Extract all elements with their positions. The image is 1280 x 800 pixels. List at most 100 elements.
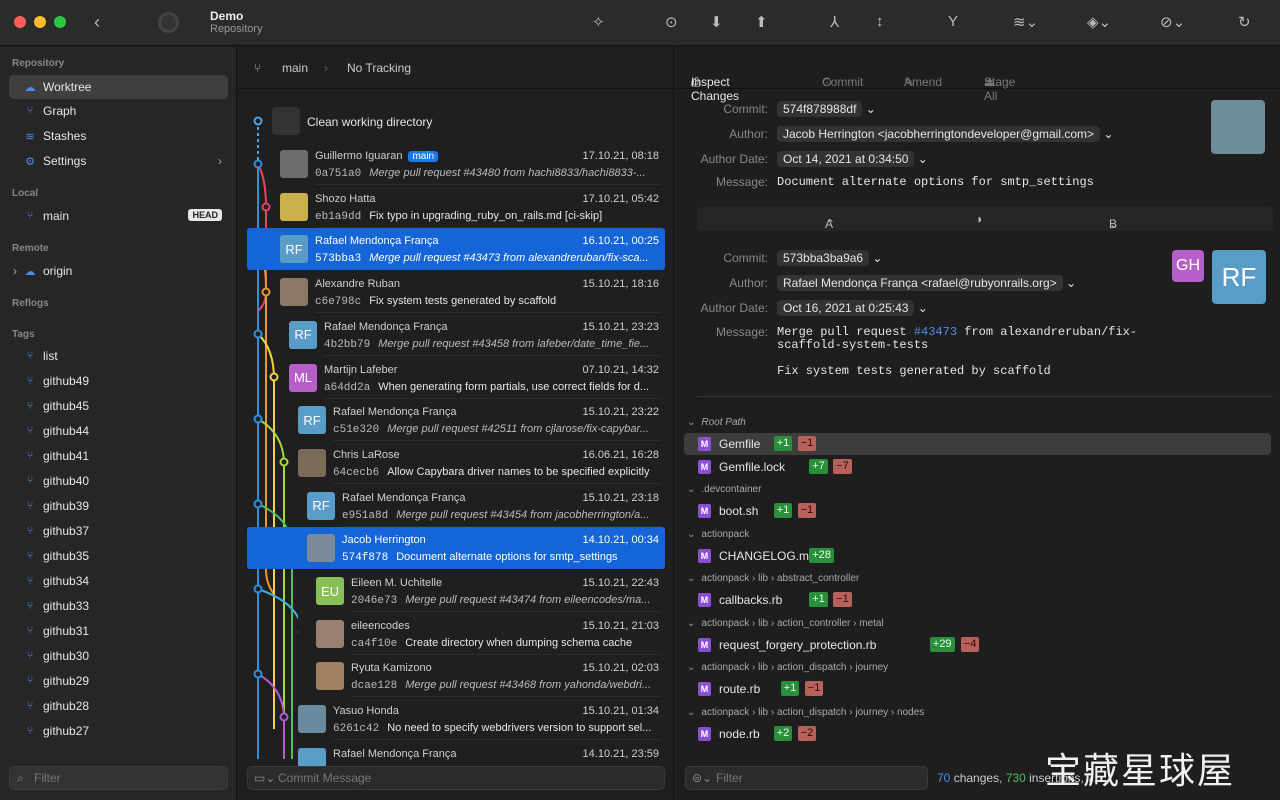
chevron-down-icon: ⌄ bbox=[687, 484, 696, 495]
tag-icon: ⑂ bbox=[26, 600, 34, 612]
sidebar-item-tag[interactable]: ⑂ github49 bbox=[9, 369, 228, 393]
commit-row[interactable]: Guillermo Iguaran main 17.10.21, 08:18 0a75… bbox=[247, 143, 665, 185]
sidebar-item-tag[interactable]: ⑂ github35 bbox=[9, 544, 228, 568]
changed-file-row[interactable]: M Gemfile.lock +7 −7 bbox=[684, 456, 1271, 478]
folder-path: actionpack › lib › abstract_controller bbox=[701, 573, 860, 584]
author-b-value[interactable]: Rafael Mendonça França <rafael@rubyonrai… bbox=[777, 275, 1076, 291]
commit-row[interactable]: Ryuta Kamizono 15.10.21, 02:03 dcae128 Merg… bbox=[247, 655, 665, 698]
sidebar-item-remote-origin[interactable]: › ☁ origin bbox=[9, 259, 228, 283]
sidebar-item-tag[interactable]: ⑂ list bbox=[9, 344, 228, 368]
commit-row[interactable]: eileencodes 15.10.21, 21:03 ca4f10e Create … bbox=[247, 613, 665, 655]
author-label: Author: bbox=[729, 276, 768, 290]
sidebar-item-settings[interactable]: ⚙ Settings › bbox=[9, 149, 228, 173]
author-name: Chris LaRose bbox=[333, 448, 400, 461]
sidebar-filter-input[interactable]: ⌕ Filter bbox=[9, 766, 228, 790]
changed-file-row[interactable]: M Gemfile +1 −1 bbox=[684, 433, 1271, 455]
folder-group[interactable]: ⌄ actionpack › lib › abstract_controller bbox=[687, 573, 859, 584]
layers-icon[interactable]: ◈⌄ bbox=[1087, 13, 1111, 31]
link-icon[interactable]: ⊘⌄ bbox=[1160, 13, 1185, 31]
sidebar-item-tag[interactable]: ⑂ github39 bbox=[9, 494, 228, 518]
commit-b-sha[interactable]: 573bba3ba9a6 ⌄ bbox=[777, 250, 882, 266]
avatar bbox=[307, 534, 335, 563]
magic-icon[interactable]: ✧ bbox=[592, 13, 605, 31]
branch-name[interactable]: main bbox=[282, 61, 308, 75]
branch-icon[interactable]: Y bbox=[948, 13, 958, 30]
commit-row[interactable]: ML Martijn Lafeber 07.10.21, 14:32 a64dd2a W… bbox=[247, 357, 665, 399]
sidebar-item-tag[interactable]: ⑂ github27 bbox=[9, 719, 228, 743]
changed-file-row[interactable]: Mcallbacks.rb +1 −1 bbox=[684, 589, 1271, 611]
reflogs-header[interactable]: Reflogs bbox=[12, 298, 49, 309]
fetch-icon[interactable]: ⊙ bbox=[665, 13, 678, 31]
pr-link[interactable]: #43473 bbox=[914, 325, 957, 339]
changed-file-row[interactable]: Mrequest_forgery_protection.rb +29 −4 bbox=[684, 634, 1271, 656]
date-b-value[interactable]: Oct 16, 2021 at 0:25:43 ⌄ bbox=[777, 300, 928, 316]
sidebar-item-tag[interactable]: ⑂ github28 bbox=[9, 694, 228, 718]
commit-row[interactable]: RF Rafael Mendonça França 15.10.21, 23:23 4… bbox=[247, 314, 665, 356]
folder-group[interactable]: ⌄ actionpack › lib › action_controller › … bbox=[687, 618, 884, 629]
changed-file-row[interactable]: Mroute.rb +1 −1 bbox=[684, 678, 1271, 700]
chevron-right-icon[interactable]: › bbox=[13, 264, 17, 278]
folder-path: actionpack › lib › action_dispatch › jou… bbox=[701, 706, 925, 718]
sidebar-item-tag[interactable]: ⑂ github40 bbox=[9, 469, 228, 493]
folder-group[interactable]: ⌄ actionpack › lib › action_dispatch › jo… bbox=[687, 707, 924, 718]
sidebar-item-graph[interactable]: ⑂ Graph bbox=[9, 99, 228, 123]
date-a-value[interactable]: Oct 14, 2021 at 0:34:50 ⌄ bbox=[777, 151, 928, 167]
folder-group[interactable]: ⌄ Root Path bbox=[687, 417, 746, 428]
pull-icon[interactable]: ⬇ bbox=[710, 13, 723, 31]
commit-summary: 574f878 Document alternate options for sm… bbox=[342, 551, 659, 564]
commit-row[interactable]: Alexandre Ruban 15.10.21, 18:16 c6e798c Fix… bbox=[247, 271, 665, 314]
folder-group[interactable]: ⌄ .devcontainer bbox=[687, 484, 761, 495]
commit-row[interactable]: RF Rafael Mendonça França 16.10.21, 00:25 5… bbox=[247, 228, 665, 271]
sidebar-item-tag[interactable]: ⑂ github34 bbox=[9, 569, 228, 593]
commit-message-input[interactable]: ▭⌄ Commit Message bbox=[247, 766, 665, 790]
sidebar-item-label: Worktree bbox=[43, 80, 92, 94]
tag-icon: ⑂ bbox=[26, 525, 34, 537]
changed-file-row[interactable]: Mboot.sh +1 −1 bbox=[684, 500, 1271, 522]
sidebar-item-tag[interactable]: ⑂ github29 bbox=[9, 669, 228, 693]
merge-icon[interactable]: ⅄ bbox=[830, 13, 839, 31]
sidebar-item-stashes[interactable]: ≋ Stashes bbox=[9, 124, 228, 148]
tracking-label[interactable]: No Tracking bbox=[347, 61, 411, 75]
author-name: Jacob Herrington bbox=[342, 534, 426, 547]
commit-a-sha[interactable]: 574f878988df ⌄ bbox=[777, 101, 876, 117]
sidebar-item-branch-main[interactable]: ⑂ main HEAD bbox=[9, 204, 228, 228]
commit-row[interactable]: Jacob Herrington 14.10.21, 00:34 574f878 Do… bbox=[247, 527, 665, 570]
sidebar-item-tag[interactable]: ⑂ github33 bbox=[9, 594, 228, 618]
divider bbox=[697, 396, 1273, 397]
commit-row[interactable]: Chris LaRose 16.06.21, 16:28 64cecb6 Allow … bbox=[247, 442, 665, 484]
sidebar-item-worktree[interactable]: ☁ Worktree bbox=[9, 75, 228, 99]
commit-row[interactable]: EU Eileen M. Uchitelle 15.10.21, 22:43 2046… bbox=[247, 570, 665, 612]
committer-avatar: GH bbox=[1172, 250, 1204, 282]
commit-summary: eb1a9dd Fix typo in upgrading_ruby_on_rai… bbox=[315, 210, 659, 223]
commit-row[interactable]: RF Rafael Mendonça França 15.10.21, 23:18 e… bbox=[247, 485, 665, 527]
tab-label: Inspect Changes bbox=[691, 75, 740, 103]
contrast-icon[interactable]: ◑ bbox=[975, 212, 982, 226]
sidebar-item-tag[interactable]: ⑂ github41 bbox=[9, 444, 228, 468]
author-name: eileencodes bbox=[351, 619, 410, 632]
author-a-value[interactable]: Jacob Herrington <jacobherringtondevelop… bbox=[777, 126, 1113, 142]
commit-summary: 4b2bb79 Merge pull request #43458 from la… bbox=[324, 338, 659, 351]
clean-working-directory[interactable]: Clean working directory bbox=[307, 115, 432, 129]
graph-icon: ⑂ bbox=[26, 105, 34, 117]
commit-sha: ca4f10e bbox=[351, 637, 398, 650]
folder-group[interactable]: ⌄ actionpack bbox=[687, 529, 749, 540]
files-filter-input[interactable]: ⊜⌄ Filter bbox=[685, 766, 928, 790]
undo-icon[interactable]: ↻ bbox=[1238, 13, 1251, 31]
commit-summary: c6e798c Fix system tests generated by sca… bbox=[315, 295, 659, 308]
commit-row[interactable]: Yasuo Honda 15.10.21, 01:34 6261c42 No need… bbox=[247, 698, 665, 741]
author-pill: Jacob Herrington <jacobherringtondevelop… bbox=[777, 126, 1101, 142]
sidebar-item-tag[interactable]: ⑂ github31 bbox=[9, 619, 228, 643]
message-label: Message: bbox=[715, 325, 768, 339]
sidebar-item-tag[interactable]: ⑂ github30 bbox=[9, 644, 228, 668]
folder-group[interactable]: ⌄ actionpack › lib › action_dispatch › jo… bbox=[687, 662, 888, 673]
commit-row[interactable]: RF Rafael Mendonça França 15.10.21, 23:22 c… bbox=[247, 399, 665, 442]
changed-file-row[interactable]: M CHANGELOG.md +28 bbox=[684, 545, 1271, 567]
stash-icon[interactable]: ≋⌄ bbox=[1013, 13, 1038, 31]
sidebar-item-tag[interactable]: ⑂ github45 bbox=[9, 394, 228, 418]
sidebar-item-tag[interactable]: ⑂ github37 bbox=[9, 519, 228, 543]
push-icon[interactable]: ⬆ bbox=[755, 13, 768, 31]
tag-icon: ⑂ bbox=[26, 650, 34, 662]
split-icon[interactable]: ↕ bbox=[876, 13, 884, 30]
sidebar-item-tag[interactable]: ⑂ github44 bbox=[9, 419, 228, 443]
commit-row[interactable]: Shozo Hatta 17.10.21, 05:42 eb1a9dd Fix typ… bbox=[247, 186, 665, 228]
